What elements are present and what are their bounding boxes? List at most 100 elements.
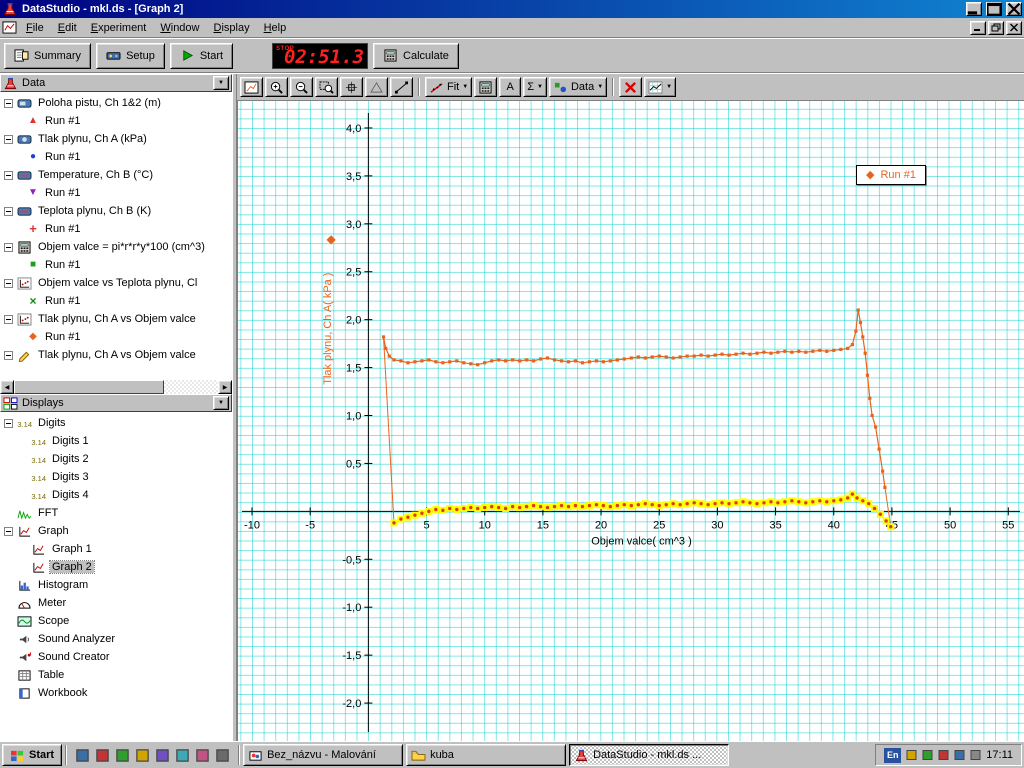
- close-button[interactable]: [1006, 2, 1022, 16]
- zoom-select-button[interactable]: [315, 77, 338, 97]
- quick-launch-8[interactable]: [214, 748, 231, 763]
- display-item[interactable]: Graph: [0, 522, 232, 540]
- data-menu-button[interactable]: Data▼: [549, 77, 607, 97]
- tree-expand-icon[interactable]: [4, 207, 13, 216]
- menu-window[interactable]: Window: [153, 19, 206, 37]
- run-item[interactable]: +Run #1: [0, 220, 232, 238]
- maximize-button[interactable]: [986, 2, 1002, 16]
- run-item[interactable]: ●Run #1: [0, 148, 232, 166]
- taskbar-task-button[interactable]: kuba: [406, 744, 566, 766]
- display-item[interactable]: Scope: [0, 612, 232, 630]
- data-source-item[interactable]: Tlak plynu, Ch A vs Objem valce: [0, 346, 232, 364]
- zoom-in-button[interactable]: [265, 77, 288, 97]
- scale-to-fit-button[interactable]: [240, 77, 263, 97]
- data-source-item[interactable]: Objem valce = pi*r*r*y*100 (cm^3): [0, 238, 232, 256]
- data-source-item[interactable]: Poloha pistu, Ch 1&2 (m): [0, 94, 232, 112]
- run-item[interactable]: ◆Run #1: [0, 328, 232, 346]
- run-item[interactable]: ×Run #1: [0, 292, 232, 310]
- display-item[interactable]: 3.14Digits: [0, 414, 232, 432]
- quick-launch-2[interactable]: [94, 748, 111, 763]
- display-item[interactable]: FFT: [0, 504, 232, 522]
- zoom-out-button[interactable]: [290, 77, 313, 97]
- menu-display[interactable]: Display: [207, 19, 257, 37]
- scrollbar-track[interactable]: [14, 380, 218, 394]
- display-item[interactable]: Sound Analyzer: [0, 630, 232, 648]
- language-indicator[interactable]: En: [884, 748, 901, 763]
- minimize-button[interactable]: [966, 2, 982, 16]
- calculate-button[interactable]: Calculate: [373, 43, 459, 69]
- quick-launch-3[interactable]: [114, 748, 131, 763]
- display-subitem[interactable]: 3.14Digits 2: [0, 450, 232, 468]
- data-source-item[interactable]: Temperature, Ch B (°C): [0, 166, 232, 184]
- delta-tool-button[interactable]: [365, 77, 388, 97]
- tree-expand-icon[interactable]: [4, 99, 13, 108]
- fit-menu-button[interactable]: Fit▼: [425, 77, 472, 97]
- text-tool-button[interactable]: A: [499, 77, 521, 97]
- tree-item-label: Workbook: [36, 687, 89, 699]
- tray-5[interactable]: [969, 749, 982, 761]
- graph-settings-button[interactable]: ▼: [644, 77, 676, 97]
- data-panel-hscrollbar[interactable]: ◀ ▶: [0, 380, 232, 394]
- quick-launch-5[interactable]: [154, 748, 171, 763]
- smart-tool-button[interactable]: [340, 77, 363, 97]
- display-item[interactable]: Histogram: [0, 576, 232, 594]
- slope-tool-button[interactable]: [390, 77, 413, 97]
- data-panel-menu-button[interactable]: ▼: [213, 76, 229, 90]
- display-subitem[interactable]: 3.14Digits 4: [0, 486, 232, 504]
- menu-file[interactable]: File: [19, 19, 51, 37]
- taskbar-task-button[interactable]: DataStudio - mkl.ds ...: [569, 744, 729, 766]
- quick-launch-4[interactable]: [134, 748, 151, 763]
- run-item[interactable]: ▲Run #1: [0, 112, 232, 130]
- scrollbar-thumb[interactable]: [14, 380, 164, 394]
- data-source-item[interactable]: Objem valce vs Teplota plynu, Cl: [0, 274, 232, 292]
- calculate-tool-button[interactable]: [474, 77, 497, 97]
- tree-expand-icon[interactable]: [4, 171, 13, 180]
- run-item[interactable]: ▼Run #1: [0, 184, 232, 202]
- menu-help[interactable]: Help: [257, 19, 294, 37]
- start-button[interactable]: Start: [2, 744, 62, 766]
- remove-button[interactable]: [619, 77, 642, 97]
- tree-expand-icon[interactable]: [4, 315, 13, 324]
- scroll-right-button[interactable]: ▶: [218, 380, 232, 394]
- tree-expand-icon[interactable]: [4, 351, 13, 360]
- start-button-toolbar[interactable]: Start: [170, 43, 233, 69]
- legend[interactable]: ◆ Run #1: [856, 165, 926, 185]
- plot-area[interactable]: -10-55101520253035404550554,03,53,02,52,…: [237, 100, 1024, 741]
- child-minimize-button[interactable]: [970, 21, 986, 35]
- taskbar-task-button[interactable]: Bez_názvu - Malování: [243, 744, 403, 766]
- menu-experiment[interactable]: Experiment: [84, 19, 154, 37]
- display-item[interactable]: Meter: [0, 594, 232, 612]
- quick-launch-1[interactable]: [74, 748, 91, 763]
- tree-expand-icon[interactable]: [4, 527, 13, 536]
- setup-button[interactable]: Setup: [96, 43, 165, 69]
- tree-expand-icon[interactable]: [4, 279, 13, 288]
- graph-canvas[interactable]: -10-55101520253035404550554,03,53,02,52,…: [238, 101, 1024, 741]
- display-item[interactable]: Table: [0, 666, 232, 684]
- data-source-item[interactable]: Tlak plynu, Ch A (kPa): [0, 130, 232, 148]
- quick-launch-6[interactable]: [174, 748, 191, 763]
- tree-expand-icon[interactable]: [4, 419, 13, 428]
- data-source-item[interactable]: Tlak plynu, Ch A vs Objem valce: [0, 310, 232, 328]
- display-subitem[interactable]: 3.14Digits 1: [0, 432, 232, 450]
- quick-launch-7[interactable]: [194, 748, 211, 763]
- run-item[interactable]: ■Run #1: [0, 256, 232, 274]
- child-close-button[interactable]: [1006, 21, 1022, 35]
- menu-edit[interactable]: Edit: [51, 19, 84, 37]
- display-item[interactable]: Sound Creator: [0, 648, 232, 666]
- summary-button[interactable]: Summary: [4, 43, 91, 69]
- tree-expand-icon[interactable]: [4, 243, 13, 252]
- tray-3[interactable]: [937, 749, 950, 761]
- scroll-left-button[interactable]: ◀: [0, 380, 14, 394]
- display-subitem[interactable]: Graph 2: [0, 558, 232, 576]
- statistics-button[interactable]: Σ▼: [523, 77, 547, 97]
- display-item[interactable]: Workbook: [0, 684, 232, 702]
- tray-4[interactable]: [953, 749, 966, 761]
- display-subitem[interactable]: 3.14Digits 3: [0, 468, 232, 486]
- display-subitem[interactable]: Graph 1: [0, 540, 232, 558]
- tray-2[interactable]: [921, 749, 934, 761]
- tray-1[interactable]: [905, 749, 918, 761]
- displays-panel-menu-button[interactable]: ▼: [213, 396, 229, 410]
- data-source-item[interactable]: Teplota plynu, Ch B (K): [0, 202, 232, 220]
- child-restore-button[interactable]: [988, 21, 1004, 35]
- tree-expand-icon[interactable]: [4, 135, 13, 144]
